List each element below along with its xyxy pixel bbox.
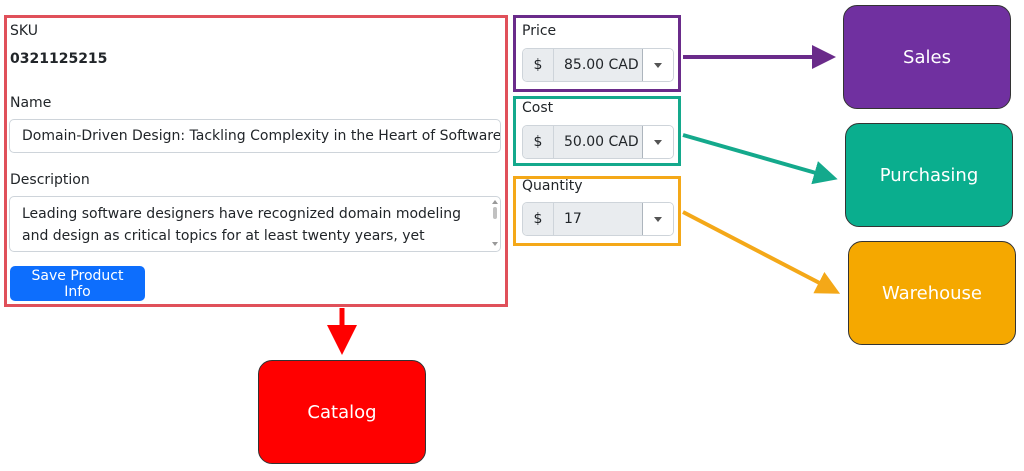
catalog-box: Catalog [258,360,426,464]
quantity-to-warehouse-arrow [682,210,841,294]
warehouse-box-label: Warehouse [881,282,983,304]
purchasing-box: Purchasing [845,123,1013,227]
purchasing-box-label: Purchasing [879,164,979,186]
sales-box: Sales [843,5,1011,109]
cost-to-purchasing-arrow [682,133,838,185]
sales-box-label: Sales [903,46,951,68]
warehouse-box: Warehouse [848,241,1016,345]
catalog-box-label: Catalog [307,401,377,423]
